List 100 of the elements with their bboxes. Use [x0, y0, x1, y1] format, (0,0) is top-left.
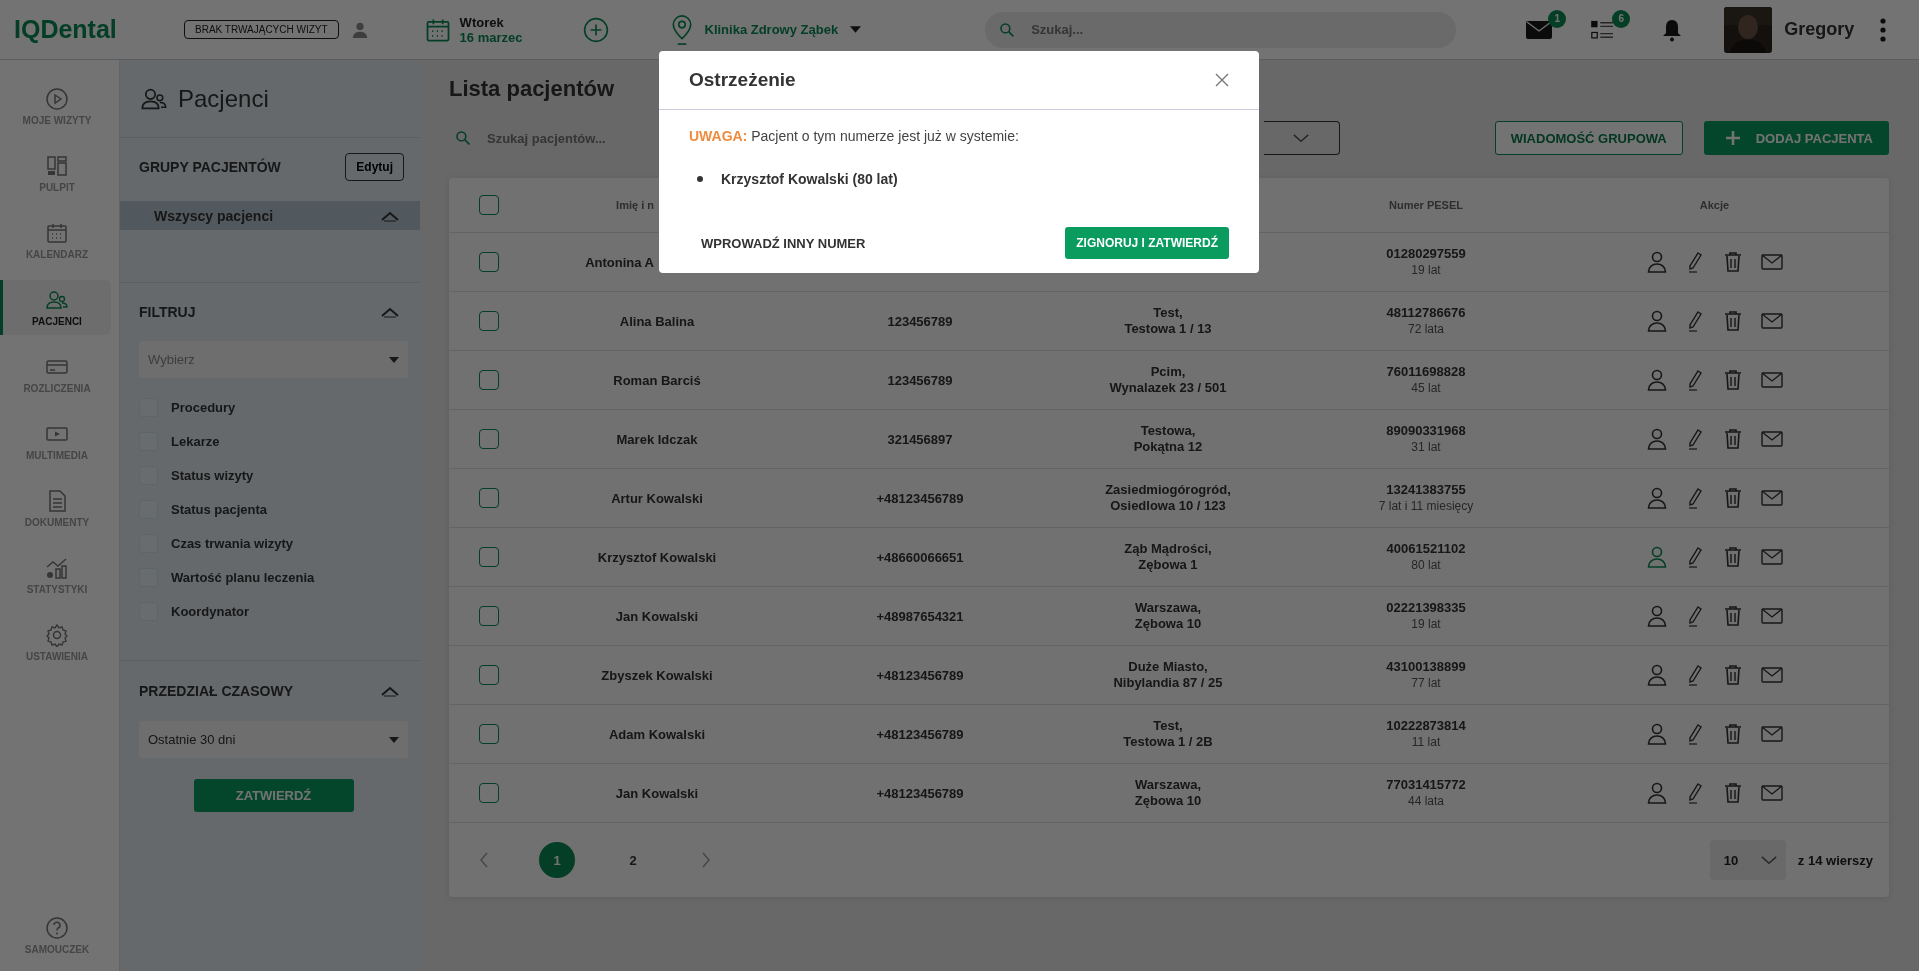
trash-icon[interactable]	[1722, 251, 1743, 273]
mail-icon[interactable]	[1760, 372, 1783, 388]
select-all-checkbox[interactable]	[479, 195, 499, 215]
logo[interactable]: IQDental	[14, 15, 184, 44]
trash-icon[interactable]	[1722, 782, 1743, 804]
next-page-icon[interactable]	[701, 852, 711, 868]
group-message-button[interactable]: WIADOMOŚĆ GRUPOWA	[1494, 121, 1683, 155]
checkbox-label: Status wizyty	[171, 467, 254, 483]
row-checkbox[interactable]	[479, 370, 499, 390]
mail-icon[interactable]	[1760, 490, 1783, 506]
confirm-button[interactable]: ZATWIERDŹ	[193, 779, 354, 812]
page-button[interactable]: 2	[615, 842, 651, 878]
mail-icon[interactable]	[1760, 726, 1783, 742]
age-label: 77 lat	[1410, 675, 1442, 691]
edit-button[interactable]: Edytuj	[345, 153, 404, 181]
table-cell: Testowa, Pokątna 12	[1133, 423, 1203, 455]
chevron-down-icon	[1292, 133, 1311, 143]
previous-page-icon[interactable]	[479, 852, 489, 868]
trash-icon[interactable]	[1722, 723, 1743, 745]
collapse-icon[interactable]	[380, 306, 400, 318]
age-label: 45 lat	[1410, 380, 1442, 396]
page-button[interactable]: 1	[539, 842, 575, 878]
checkbox-label: Procedury	[171, 399, 236, 415]
more-menu-icon[interactable]	[1880, 17, 1887, 42]
row-checkbox[interactable]	[479, 311, 499, 331]
ignore-and-confirm-button[interactable]: ZIGNORUJ I ZATWIERDŹ	[1065, 227, 1229, 259]
caret-icon	[389, 736, 399, 743]
section-title: GRUPY PACJENTÓW	[139, 159, 281, 175]
row-checkbox[interactable]	[479, 724, 499, 744]
checkbox-label: Lekarze	[171, 433, 220, 449]
mail-icon[interactable]	[1526, 19, 1553, 40]
trash-icon[interactable]	[1722, 546, 1743, 568]
person-icon[interactable]	[1646, 251, 1667, 273]
person-icon[interactable]	[1646, 723, 1667, 745]
person-icon[interactable]	[1646, 487, 1667, 509]
row-checkbox[interactable]	[479, 488, 499, 508]
person-icon[interactable]	[1646, 605, 1667, 627]
mail-icon[interactable]	[1760, 785, 1783, 801]
column-header: Numer PESEL	[1388, 199, 1464, 211]
row-checkbox[interactable]	[479, 783, 499, 803]
mail-icon[interactable]	[1760, 313, 1783, 329]
table-cell: Duże Miasto, Nibylandia 87 / 25	[1113, 659, 1223, 691]
column-header: Imię i n	[616, 199, 654, 211]
row-checkbox[interactable]	[479, 665, 499, 685]
row-checkbox[interactable]	[479, 429, 499, 449]
pesel-number: 89090331968	[1386, 423, 1466, 439]
row-checkbox[interactable]	[479, 547, 499, 567]
table-cell: Warszawa, Zębowa 10	[1134, 777, 1202, 809]
group-item[interactable]: Wszyscy pacjenci	[120, 201, 420, 230]
table-cell: Warszawa, Zębowa 10	[1134, 600, 1202, 632]
user-name[interactable]: Gregory	[1784, 19, 1855, 40]
trash-icon[interactable]	[1722, 369, 1743, 391]
mail-icon[interactable]	[1760, 431, 1783, 447]
collapse-icon[interactable]	[380, 685, 400, 697]
bell-icon[interactable]	[1662, 17, 1683, 42]
close-icon[interactable]	[1215, 73, 1229, 87]
table-cell: 123456789	[887, 313, 953, 329]
trash-icon[interactable]	[1722, 664, 1743, 686]
row-checkbox[interactable]	[479, 606, 499, 626]
person-icon[interactable]	[1646, 664, 1667, 686]
add-icon[interactable]	[582, 16, 609, 43]
checkbox-label: Czas trwania wizyty	[171, 535, 294, 551]
trash-icon[interactable]	[1722, 310, 1743, 332]
dropdown[interactable]	[1263, 121, 1340, 155]
person-icon[interactable]	[1646, 428, 1667, 450]
mail-icon[interactable]	[1760, 254, 1783, 270]
table-cell: Roman Barciś	[613, 372, 701, 388]
section-title: FILTRUJ	[139, 304, 196, 320]
nav-item[interactable]: PACJENCI	[0, 280, 111, 335]
age-label: 11 lat	[1410, 734, 1442, 750]
mail-icon[interactable]	[1760, 667, 1783, 683]
table-cell: 321456897	[887, 431, 953, 447]
section-title: PRZEDZIAŁ CZASOWY	[139, 683, 293, 699]
person-icon[interactable]	[1646, 310, 1667, 332]
search-icon	[455, 130, 471, 146]
person-icon[interactable]	[1646, 369, 1667, 391]
table-cell: +48660066651	[876, 549, 964, 565]
mail-icon[interactable]	[1760, 549, 1783, 565]
add-patient-button[interactable]: DODAJ PACJENTA	[1703, 121, 1889, 155]
range-select[interactable]: Ostatnie 30 dni	[139, 721, 408, 758]
pesel-number: 77031415772	[1386, 777, 1466, 793]
age-label: 31 lat	[1410, 439, 1442, 455]
mail-icon[interactable]	[1760, 608, 1783, 624]
pesel-number: 02221398335	[1386, 600, 1466, 616]
row-checkbox[interactable]	[479, 252, 499, 272]
table-cell: Jan Kowalski	[615, 608, 699, 624]
checkbox-label: Wartość planu leczenia	[171, 569, 315, 585]
trash-icon[interactable]	[1722, 605, 1743, 627]
collapse-icon[interactable]	[380, 209, 400, 222]
page-size-select[interactable]: 10	[1709, 840, 1786, 880]
enter-other-number-button[interactable]: WPROWADŹ INNY NUMER	[685, 229, 882, 257]
nav-label: PACJENCI	[32, 316, 82, 327]
person-icon[interactable]	[1646, 782, 1667, 804]
trash-icon[interactable]	[1722, 487, 1743, 509]
trash-icon[interactable]	[1722, 428, 1743, 450]
table-cell: Antonina A	[585, 254, 654, 270]
person-icon[interactable]	[1646, 546, 1667, 568]
clinic-selector[interactable]: Klinika Zdrowy Ząbek	[704, 22, 862, 37]
count-badge: 1	[1548, 9, 1567, 28]
pesel-number: 43100138899	[1386, 659, 1466, 675]
